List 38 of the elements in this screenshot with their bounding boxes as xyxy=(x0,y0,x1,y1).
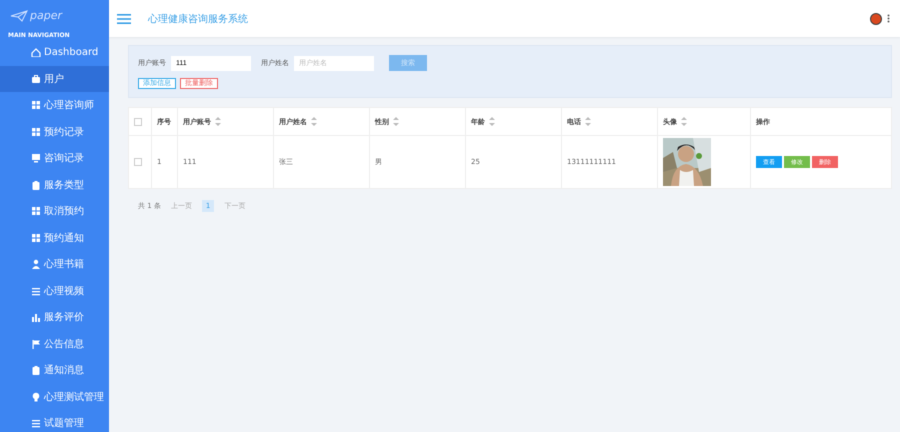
nav-item[interactable]: 通知消息 xyxy=(0,357,109,384)
bar-chart-icon xyxy=(31,312,41,322)
nav-item[interactable]: 心理咨询师 xyxy=(0,92,109,118)
nav-item[interactable]: 预约通知 xyxy=(0,224,109,251)
person-icon xyxy=(31,259,41,270)
grid-icon xyxy=(31,232,41,243)
briefcase-icon xyxy=(31,74,41,84)
more-icon xyxy=(887,14,890,23)
list-icon xyxy=(31,418,41,428)
nav-item[interactable]: 心理书籍 xyxy=(0,251,109,278)
home-icon xyxy=(31,47,41,58)
checkbox[interactable] xyxy=(134,158,142,166)
clipboard-icon xyxy=(31,365,41,376)
grid-icon xyxy=(31,100,41,110)
user-avatar[interactable] xyxy=(870,12,882,24)
grid-icon xyxy=(31,206,41,216)
nav-item[interactable]: 服务评价 xyxy=(0,304,109,330)
app-title: 心理健康咨询服务系统 xyxy=(148,12,248,26)
nav-item[interactable]: 心理测试管理 xyxy=(0,384,109,410)
logo-text: paper xyxy=(30,9,62,22)
grid-icon xyxy=(31,126,41,137)
nav-item[interactable]: 公告信息 xyxy=(0,330,109,357)
list-icon xyxy=(31,286,41,296)
nav-item[interactable]: 心理视频 xyxy=(0,278,109,304)
checkbox[interactable] xyxy=(134,118,142,126)
nav-item[interactable]: 预约记录 xyxy=(0,118,109,145)
nav-item[interactable]: 取消预约 xyxy=(0,198,109,224)
paper-plane-icon xyxy=(10,10,28,22)
nav-item[interactable]: 服务类型 xyxy=(0,172,109,198)
nav-item[interactable]: 试题管理 xyxy=(0,410,109,432)
nav-item[interactable]: Dashboard xyxy=(0,39,109,66)
nav-item[interactable]: 咨询记录 xyxy=(0,145,109,172)
flag-icon xyxy=(31,338,41,349)
bulb-icon xyxy=(31,392,41,402)
clipboard-icon xyxy=(31,180,41,190)
monitor-icon xyxy=(31,153,41,164)
menu-icon xyxy=(117,14,131,24)
nav-item[interactable]: 用户 xyxy=(0,66,109,92)
